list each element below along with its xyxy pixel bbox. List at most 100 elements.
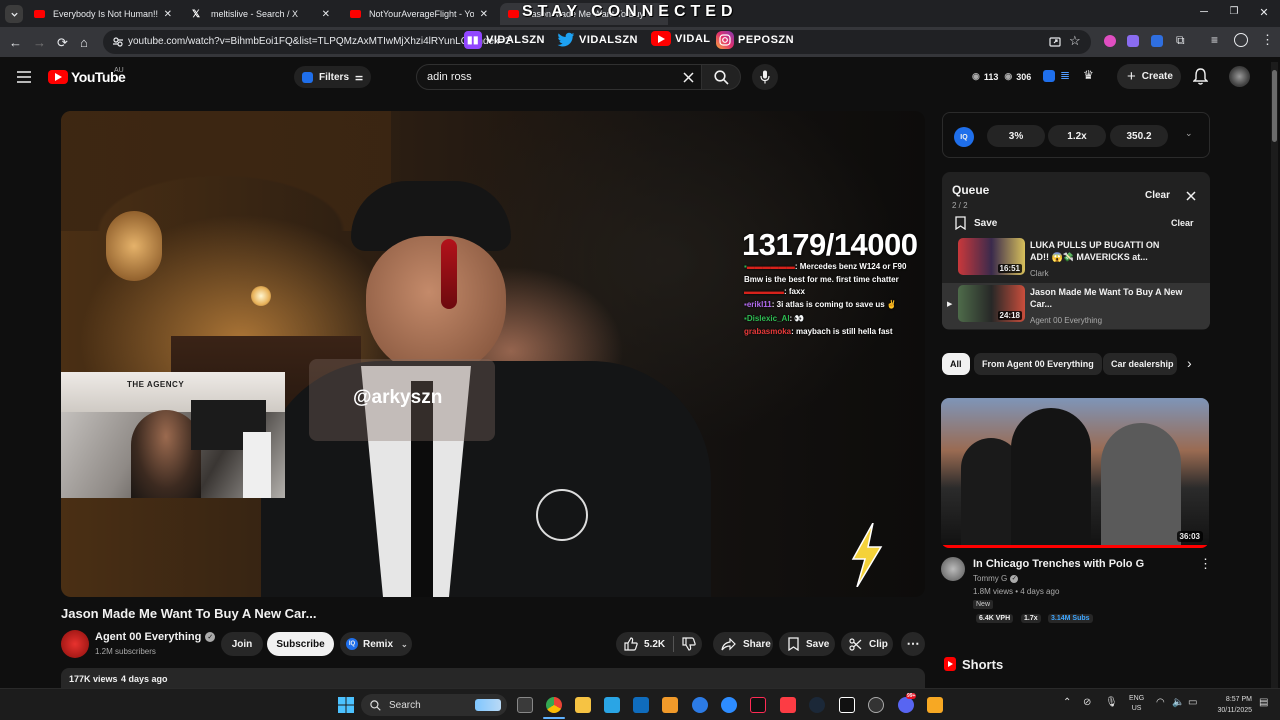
extensions-puzzle-icon[interactable]: ⧉	[1176, 33, 1185, 48]
queue-clear2-button[interactable]: Clear	[1171, 218, 1194, 228]
browser-tab[interactable]: NotYourAverageFlight - YouTub ✕	[342, 3, 496, 25]
iq-badge-icon[interactable]: IQ	[954, 127, 974, 147]
queue-item[interactable]: 16:51 LUKA PULLS UP BUGATTI ON AD!! 😱💸 M…	[942, 236, 1210, 282]
volume-icon[interactable]: 🔈	[1172, 697, 1184, 708]
shorts-icon	[944, 657, 956, 671]
queue-save-button[interactable]: Save	[955, 216, 997, 230]
recommended-channel[interactable]: Tommy G	[973, 574, 1007, 583]
filters-button[interactable]: Filters ⚌	[294, 66, 372, 88]
join-button[interactable]: Join	[221, 632, 263, 656]
queue-item-current[interactable]: ▶ 24:18 Jason Made Me Want To Buy A New …	[942, 283, 1210, 329]
channel-name[interactable]: Agent 00 Everything	[95, 631, 201, 643]
close-tab-icon[interactable]: ✕	[322, 9, 330, 20]
thumbs-down-icon[interactable]	[682, 637, 696, 651]
capcut-icon[interactable]	[839, 697, 855, 713]
clock[interactable]: 8:57 PM 30/11/2025	[1207, 694, 1252, 716]
iq-pill-score[interactable]: 350.2	[1110, 125, 1168, 147]
chip-car-dealership[interactable]: Car dealership	[1103, 353, 1177, 375]
more-actions-button[interactable]: ⋯	[901, 632, 925, 656]
recommended-thumbnail[interactable]: 36:03	[941, 398, 1209, 548]
iq-pill-ratio[interactable]: 1.2x	[1048, 125, 1106, 147]
defender-icon[interactable]	[692, 697, 708, 713]
minimize-icon[interactable]: ─	[1197, 6, 1211, 18]
chrome-icon[interactable]	[546, 697, 562, 713]
video-player[interactable]: 13179/14000 ▪▬▬▬▬▬▬: Mercedes benz W124 …	[61, 111, 925, 597]
kebab-menu-icon[interactable]: ⋮	[1261, 32, 1274, 48]
chip-from-channel[interactable]: From Agent 00 Everything	[974, 353, 1102, 375]
chevron-down-icon[interactable]: ⌄	[1185, 128, 1193, 139]
task-view-icon[interactable]	[517, 697, 533, 713]
zoom-icon[interactable]	[721, 697, 737, 713]
search-input[interactable]: adin ross	[427, 71, 472, 83]
close-tab-icon[interactable]: ✕	[164, 9, 172, 20]
notification-center-icon[interactable]: ▤	[1259, 697, 1268, 708]
bars-extension-icon[interactable]: ≣	[1060, 68, 1070, 82]
save-button[interactable]: Save	[779, 632, 835, 656]
hamburger-menu-icon[interactable]	[17, 71, 31, 83]
file-explorer-icon[interactable]	[575, 697, 591, 713]
extension-icon[interactable]	[1104, 35, 1116, 47]
reload-icon[interactable]: ⟳	[57, 35, 68, 51]
scrollbar-thumb[interactable]	[1272, 70, 1277, 142]
extension-icon[interactable]	[1151, 35, 1163, 47]
close-window-icon[interactable]: ✕	[1257, 6, 1271, 19]
tab-search-button[interactable]	[5, 5, 23, 23]
subscribe-button[interactable]: Subscribe	[267, 632, 334, 656]
close-tab-icon[interactable]: ✕	[480, 9, 488, 20]
back-arrow-icon[interactable]: ←	[9, 35, 22, 50]
bookmark-star-icon[interactable]: ☆	[1069, 33, 1081, 49]
reading-list-icon[interactable]: ≡	[1211, 33, 1218, 47]
music-icon[interactable]	[780, 697, 796, 713]
discord-icon[interactable]	[898, 697, 914, 713]
create-button[interactable]: + Create	[1117, 64, 1181, 89]
iq-extension-icon[interactable]	[1043, 70, 1055, 82]
share-button[interactable]: Share	[713, 632, 773, 656]
clip-button[interactable]: Clip	[841, 632, 893, 656]
windows-start-icon[interactable]	[338, 697, 354, 713]
trophy-icon[interactable]: ♛	[1083, 68, 1094, 82]
profile-avatar-icon[interactable]	[1234, 33, 1248, 47]
notifications-bell-icon[interactable]	[1193, 68, 1208, 85]
restore-icon[interactable]: ❐	[1227, 6, 1241, 17]
like-button[interactable]: 5.2K	[624, 637, 665, 651]
iq-pill-percent[interactable]: 3%	[987, 125, 1045, 147]
microphone-icon[interactable]: 🎙	[1105, 697, 1118, 708]
battery-icon[interactable]: ▭	[1188, 697, 1197, 708]
home-icon[interactable]: ⌂	[80, 35, 88, 50]
chip-all[interactable]: All	[942, 353, 970, 375]
voice-search-button[interactable]	[752, 64, 778, 90]
channel-avatar[interactable]	[61, 630, 89, 658]
browser-tab[interactable]: Everybody Is Not Human!!! - Yo ✕	[26, 3, 180, 25]
chevron-up-icon[interactable]: ⌃	[1063, 697, 1071, 708]
channel-name-row[interactable]: Agent 00 Everything ✓	[95, 631, 216, 643]
taskbar-search[interactable]: Search	[361, 694, 507, 716]
cast-icon[interactable]	[1049, 36, 1061, 48]
queue-clear-button[interactable]: Clear	[1145, 190, 1170, 201]
site-info-icon[interactable]	[112, 36, 124, 48]
store-icon[interactable]	[604, 697, 620, 713]
search-button[interactable]	[701, 64, 741, 90]
clear-search-icon[interactable]	[683, 72, 694, 83]
steam-icon[interactable]	[809, 697, 825, 713]
outlook-icon[interactable]	[633, 697, 649, 713]
app-icon[interactable]	[662, 697, 678, 713]
account-avatar[interactable]	[1229, 66, 1250, 87]
language-indicator[interactable]: ENG US	[1129, 694, 1144, 714]
more-vertical-icon[interactable]: ⋮	[1199, 556, 1212, 572]
page-scrollbar[interactable]	[1271, 62, 1278, 688]
description-box[interactable]: 177K views 4 days ago	[61, 668, 925, 688]
tiktok-icon[interactable]	[750, 697, 766, 713]
tray-icon[interactable]: ⊘	[1083, 697, 1091, 708]
extension-icon[interactable]	[1127, 35, 1139, 47]
search-box[interactable]: adin ross	[416, 64, 702, 90]
chatgpt-icon[interactable]	[868, 697, 884, 713]
chevron-right-icon[interactable]: ›	[1187, 355, 1192, 371]
forward-arrow-icon[interactable]: →	[33, 35, 46, 50]
close-icon[interactable]	[1186, 191, 1196, 201]
recommended-title[interactable]: In Chicago Trenches with Polo G	[973, 558, 1144, 570]
remix-button[interactable]: IQ Remix ⌄	[340, 632, 412, 656]
channel-avatar[interactable]	[941, 557, 965, 581]
browser-tab[interactable]: 𝕏 meltislive - Search / X ✕	[184, 3, 338, 25]
app-icon[interactable]	[927, 697, 943, 713]
wifi-icon[interactable]: ◠	[1156, 697, 1165, 708]
